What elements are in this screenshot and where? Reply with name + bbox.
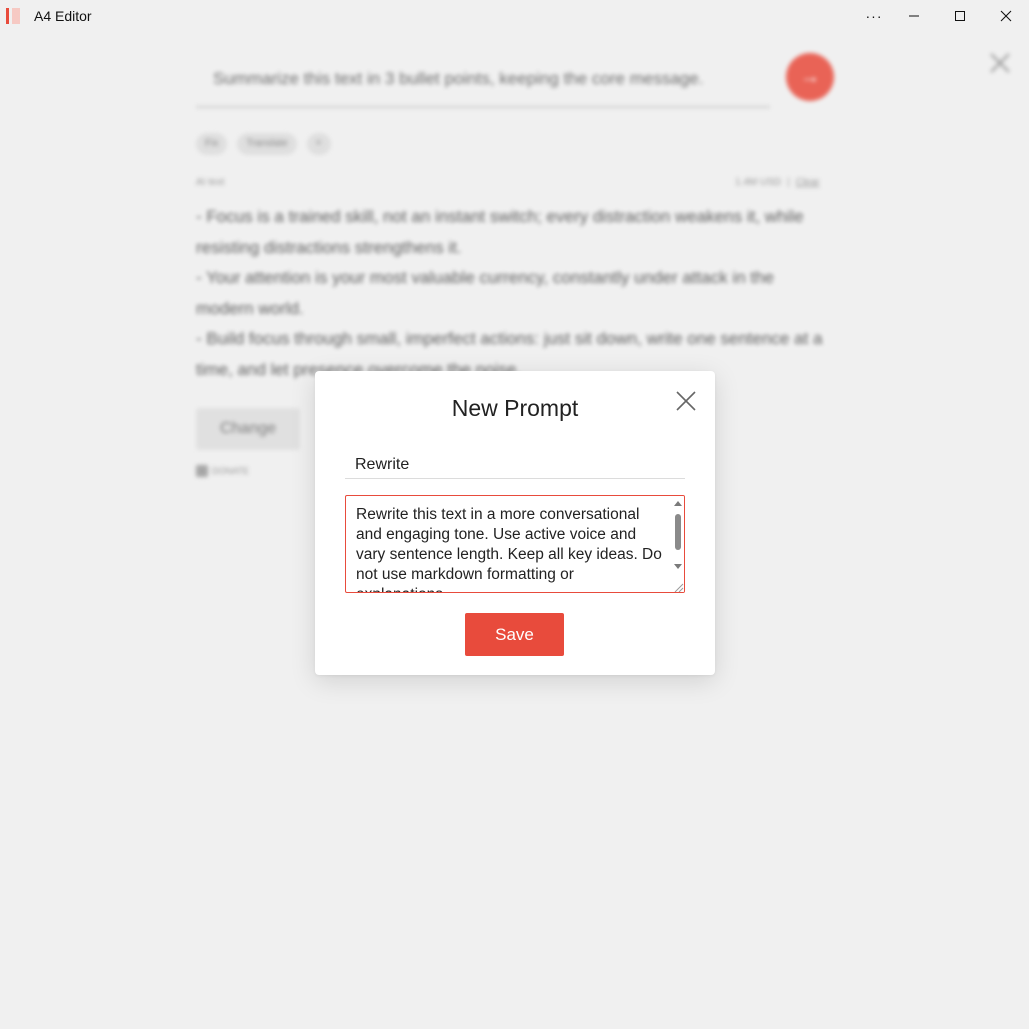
meta-divider: | bbox=[787, 177, 790, 188]
maximize-icon bbox=[955, 11, 965, 21]
clear-link[interactable]: Clear bbox=[796, 177, 820, 188]
result-label: AI text bbox=[196, 177, 225, 188]
prompt-text-field[interactable]: Rewrite this text in a more conversation… bbox=[345, 495, 685, 593]
send-button[interactable]: → bbox=[786, 53, 834, 101]
more-icon: ··· bbox=[865, 8, 883, 24]
maximize-button[interactable] bbox=[937, 0, 983, 32]
result-line: - Focus is a trained skill, not an insta… bbox=[196, 207, 804, 257]
prompt-textarea[interactable]: Rewrite this text in a more conversation… bbox=[346, 496, 672, 592]
prompt-chips: Fix Translate + bbox=[196, 133, 331, 155]
title-bar: A4 Editor ··· bbox=[0, 0, 1029, 32]
app-title: A4 Editor bbox=[34, 8, 92, 24]
chip-fix[interactable]: Fix bbox=[196, 133, 228, 155]
window-close-button[interactable] bbox=[983, 0, 1029, 32]
prompt-name-input[interactable] bbox=[345, 445, 685, 479]
scroll-down-icon[interactable] bbox=[674, 564, 682, 569]
textarea-scrollbar[interactable] bbox=[672, 496, 684, 592]
page-close-button[interactable] bbox=[985, 48, 1015, 78]
coffee-cup-icon bbox=[196, 465, 208, 477]
arrow-right-icon: → bbox=[800, 65, 820, 88]
minimize-button[interactable] bbox=[891, 0, 937, 32]
donate-link[interactable]: DONATE bbox=[196, 465, 249, 477]
resize-grip-icon[interactable] bbox=[672, 580, 684, 592]
change-button[interactable]: Change bbox=[196, 408, 300, 450]
scrollbar-thumb[interactable] bbox=[675, 514, 681, 550]
dialog-close-button[interactable] bbox=[673, 388, 699, 414]
donate-label: DONATE bbox=[212, 466, 249, 476]
result-text: - Focus is a trained skill, not an insta… bbox=[196, 202, 836, 385]
result-meta: 1.4M USD | Clear bbox=[735, 177, 820, 188]
minimize-icon bbox=[909, 15, 919, 17]
word-count: 1.4M USD bbox=[735, 177, 782, 188]
chip-add[interactable]: + bbox=[306, 133, 331, 155]
close-icon bbox=[1000, 10, 1012, 22]
app-window: A4 Editor ··· Summarize this text in 3 b… bbox=[0, 0, 1029, 1029]
save-button[interactable]: Save bbox=[465, 613, 564, 656]
close-icon bbox=[676, 391, 696, 411]
close-icon bbox=[990, 53, 1010, 73]
chip-translate[interactable]: Translate bbox=[237, 133, 297, 155]
result-line: - Your attention is your most valuable c… bbox=[196, 268, 774, 318]
app-logo-icon bbox=[6, 8, 20, 24]
dialog-title: New Prompt bbox=[451, 395, 579, 421]
prompt-input-text: Summarize this text in 3 bullet points, … bbox=[213, 69, 704, 88]
prompt-input[interactable]: Summarize this text in 3 bullet points, … bbox=[196, 54, 770, 108]
new-prompt-dialog: New Prompt Rewrite this text in a more c… bbox=[315, 371, 715, 675]
scroll-up-icon[interactable] bbox=[674, 501, 682, 506]
